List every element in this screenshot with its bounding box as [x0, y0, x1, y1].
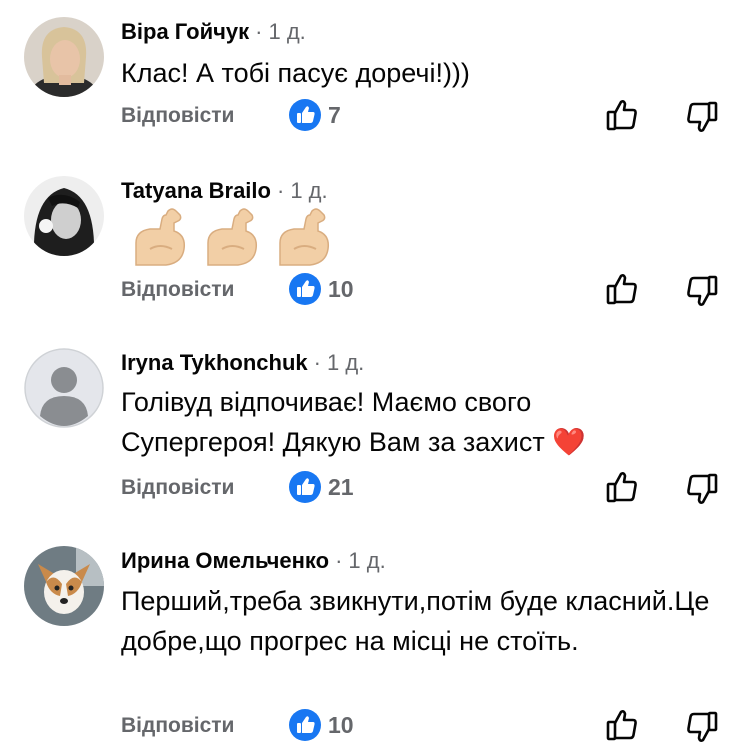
author-name[interactable]: Віра Гойчук: [121, 19, 249, 44]
thumbs-up-icon[interactable]: [604, 271, 640, 307]
reply-button[interactable]: Відповісти: [121, 104, 234, 128]
reply-button[interactable]: Відповісти: [121, 476, 234, 500]
like-reaction-icon: [289, 99, 321, 131]
avatar[interactable]: [24, 176, 104, 256]
reaction-summary[interactable]: 10: [289, 273, 354, 305]
separator-dot: ·: [276, 178, 285, 203]
separator-dot: ·: [313, 350, 321, 375]
reaction-summary[interactable]: 21: [289, 471, 354, 503]
like-count: 7: [328, 101, 341, 128]
avatar[interactable]: [24, 348, 104, 428]
thumbs-down-icon[interactable]: [684, 99, 720, 135]
author-name[interactable]: Ирина Омельченко: [121, 548, 329, 573]
comment-text: Перший,треба звикнути,потім буде класний…: [121, 586, 710, 656]
thumbs-down-icon[interactable]: [684, 273, 720, 309]
reply-button[interactable]: Відповісти: [121, 278, 234, 302]
author-name[interactable]: Tatyana Brailo: [121, 178, 271, 203]
flexed-biceps-icon: [135, 208, 186, 266]
thumbs-up-icon[interactable]: [604, 97, 640, 133]
author-name[interactable]: Iryna Tykhonchuk: [121, 350, 308, 375]
author-line: Iryna Tykhonchuk · 1 д.: [121, 350, 364, 376]
like-reaction-icon: [289, 471, 321, 503]
avatar[interactable]: [24, 17, 104, 97]
avatar[interactable]: [24, 546, 104, 626]
reply-button[interactable]: Відповісти: [121, 714, 234, 738]
flexed-biceps-icon: [279, 208, 330, 266]
like-reaction-icon: [289, 273, 321, 305]
like-count: 10: [328, 711, 354, 738]
thumbs-down-icon[interactable]: [684, 709, 720, 745]
thumbs-up-icon[interactable]: [604, 707, 640, 743]
comment-text: Голівуд відпочиває! Маємо свого Супергер…: [121, 387, 586, 457]
timestamp[interactable]: 1 д.: [348, 548, 385, 573]
flexed-biceps-icon: [207, 208, 258, 266]
like-count: 21: [328, 473, 354, 500]
separator-dot: ·: [335, 548, 343, 573]
like-reaction-icon: [289, 709, 321, 741]
comment-text: Клас! А тобі пасує доречі!))): [121, 58, 470, 88]
emoji-row: [130, 205, 332, 267]
timestamp[interactable]: 1 д.: [327, 350, 364, 375]
timestamp[interactable]: 1 д.: [290, 178, 327, 203]
reaction-summary[interactable]: 10: [289, 709, 354, 741]
reaction-summary[interactable]: 7: [289, 99, 341, 131]
author-line: Віра Гойчук · 1 д.: [121, 19, 306, 45]
thumbs-up-icon[interactable]: [604, 469, 640, 505]
author-line: Ирина Омельченко · 1 д.: [121, 548, 386, 574]
separator-dot: ·: [255, 19, 263, 44]
author-line: Tatyana Brailo · 1 д.: [121, 178, 328, 204]
thumbs-down-icon[interactable]: [684, 471, 720, 507]
like-count: 10: [328, 275, 354, 302]
timestamp[interactable]: 1 д.: [268, 19, 305, 44]
